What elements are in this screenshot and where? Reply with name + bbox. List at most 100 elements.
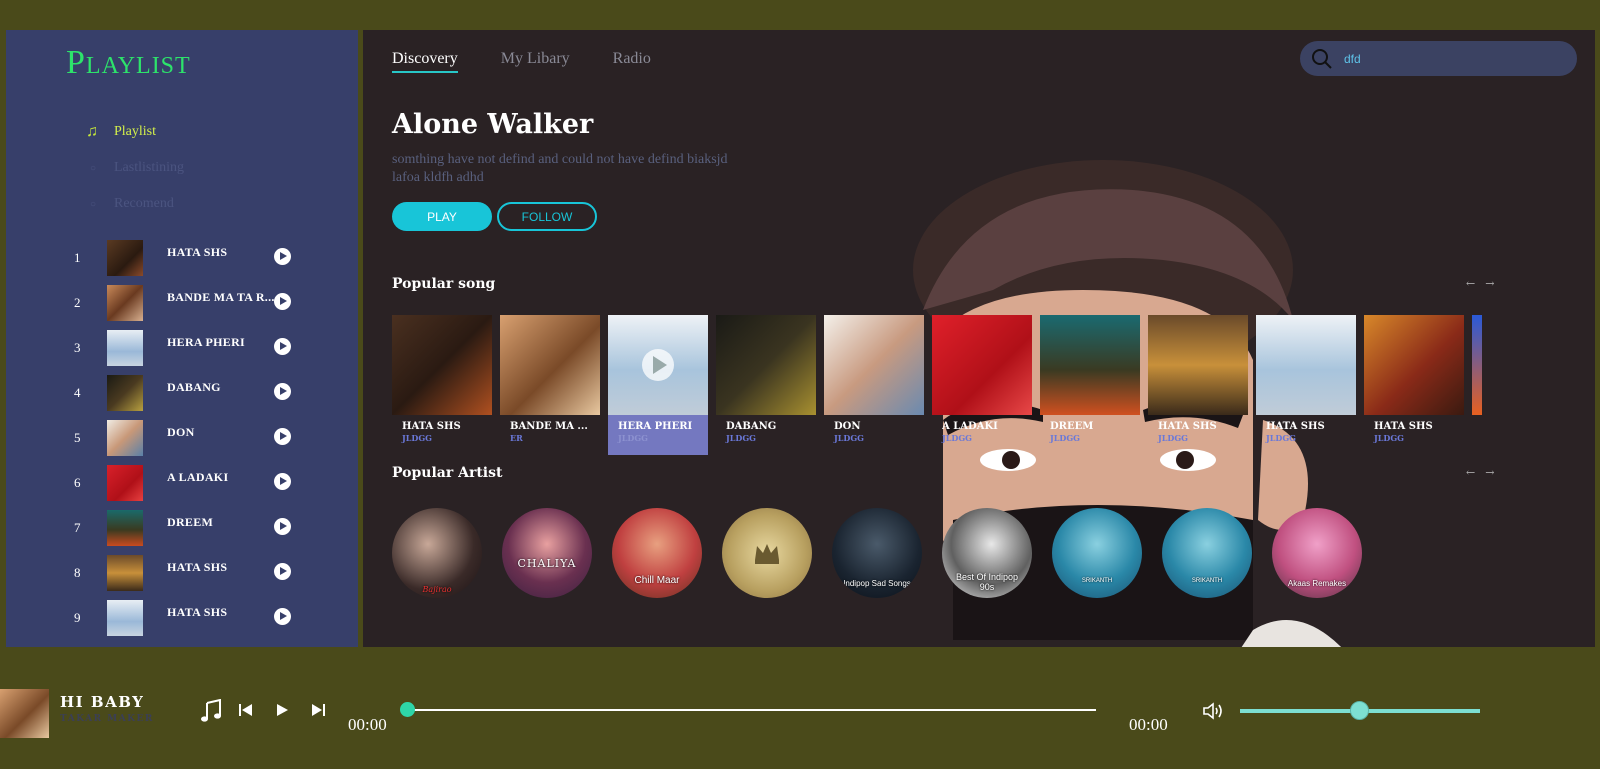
progress-handle[interactable] <box>400 702 415 717</box>
song-card-artist: JLDGG <box>1266 433 1297 443</box>
menu-item-lastlistening[interactable]: ○ Lastlistining <box>86 150 184 186</box>
song-title: DON <box>167 425 195 439</box>
song-thumbnail <box>107 375 143 411</box>
song-number: 2 <box>74 295 81 310</box>
song-card[interactable]: DABANG JLDGG <box>716 315 816 455</box>
song-title: A LADAKI <box>167 470 229 484</box>
play-icon[interactable] <box>274 518 291 535</box>
song-row[interactable]: 1 HATA SHS JLDGG <box>6 237 358 282</box>
skip-previous-icon[interactable] <box>238 702 254 722</box>
play-icon[interactable] <box>274 383 291 400</box>
song-number: 8 <box>74 565 81 580</box>
play-icon[interactable] <box>274 338 291 355</box>
artist-card[interactable] <box>722 508 812 598</box>
circle-icon: ○ <box>90 198 97 210</box>
song-row[interactable]: 7 DREEM JLDGG <box>6 507 358 552</box>
song-row[interactable]: 2 BANDE MA TA R... ER <box>6 282 358 327</box>
artist-card[interactable]: Best Of Indipop 90s <box>942 508 1032 598</box>
volume-icon[interactable] <box>1203 701 1225 725</box>
artist-label: Indipop Sad Songs <box>843 579 911 588</box>
song-title: HATA SHS <box>167 560 228 574</box>
play-icon[interactable] <box>274 248 291 265</box>
artist-label: SRIKANTH <box>1191 578 1223 584</box>
arrow-right-icon[interactable]: → <box>1485 277 1494 290</box>
song-number: 1 <box>74 250 81 265</box>
song-row[interactable]: 4 DABANG JLDGG <box>6 372 358 417</box>
song-list: 1 HATA SHS JLDGG 2 BANDE MA TA R... ER 3… <box>6 237 358 642</box>
artist-card[interactable]: Akaas Remakes <box>1272 508 1362 598</box>
brand-title: Playlist <box>66 44 191 81</box>
song-card[interactable]: HATA SHS JLDGG <box>1148 315 1248 455</box>
play-icon[interactable] <box>274 428 291 445</box>
song-card-title: DREEM <box>1050 421 1094 432</box>
search-bar[interactable]: dfd <box>1300 41 1577 76</box>
song-card[interactable]: BANDE MA ... ER <box>500 315 600 455</box>
search-icon[interactable] <box>1300 48 1344 70</box>
song-card[interactable]: HATA SHS JLDGG <box>1364 315 1464 455</box>
song-number: 3 <box>74 340 81 355</box>
now-playing-artist: TAKAR MAKER <box>60 714 154 724</box>
tab-my-library[interactable]: My Libary <box>501 50 570 73</box>
play-icon[interactable] <box>274 293 291 310</box>
play-icon[interactable] <box>274 702 290 722</box>
follow-button[interactable]: FOLLOW <box>497 202 597 231</box>
song-card-artist: JLDGG <box>402 433 433 443</box>
artist-card[interactable]: Bajirao <box>392 508 482 598</box>
song-title: BANDE MA TA R... <box>167 290 275 304</box>
menu-item-label: Lastlistining <box>114 160 184 175</box>
song-row[interactable]: 5 DON JLDGG <box>6 417 358 462</box>
song-row[interactable]: 3 HERA PHERI JLDGG <box>6 327 358 372</box>
song-cover <box>500 315 600 415</box>
tab-radio[interactable]: Radio <box>613 50 651 73</box>
song-card[interactable]: DON JLDGG <box>824 315 924 455</box>
play-icon[interactable] <box>274 563 291 580</box>
song-card[interactable]: HATA SHS JLDGG <box>1256 315 1356 455</box>
now-playing-title: HI BABY <box>60 693 145 711</box>
music-note-icon[interactable] <box>200 698 222 727</box>
artist-card[interactable]: Chill Maar <box>612 508 702 598</box>
song-card-artist: JLDGG <box>1158 433 1189 443</box>
song-thumbnail <box>107 240 143 276</box>
song-card-partial[interactable] <box>1472 315 1482 455</box>
progress-slider[interactable] <box>400 702 1096 717</box>
song-card[interactable]: HERA PHERI JLDGG <box>608 315 708 455</box>
play-icon[interactable] <box>274 473 291 490</box>
popular-songs-carousel: HATA SHS JLDGG BANDE MA ... ER HERA PHER… <box>392 315 1482 455</box>
menu-item-recommend[interactable]: ○ Recomend <box>86 186 184 222</box>
song-row[interactable]: 8 HATA SHS JLDGG <box>6 552 358 597</box>
song-cover <box>1472 315 1482 415</box>
menu-item-label: Playlist <box>114 124 157 139</box>
song-card-title: DON <box>834 421 861 432</box>
song-row[interactable]: 6 A LADAKI JLDGG <box>6 462 358 507</box>
song-number: 9 <box>74 610 81 625</box>
song-card[interactable]: DREEM JLDGG <box>1040 315 1140 455</box>
volume-slider[interactable] <box>1240 701 1480 720</box>
arrow-left-icon[interactable]: ← <box>1466 277 1475 290</box>
song-card[interactable]: HATA SHS JLDGG <box>392 315 492 455</box>
song-title: DREEM <box>167 515 214 529</box>
artist-card[interactable]: CHALIYA <box>502 508 592 598</box>
skip-next-icon[interactable] <box>310 702 326 722</box>
arrow-left-icon[interactable]: ← <box>1466 466 1475 479</box>
artist-card[interactable]: SRIKANTH <box>1052 508 1142 598</box>
play-icon[interactable] <box>274 608 291 625</box>
menu-item-playlist[interactable]: ♫ Playlist <box>86 114 184 150</box>
artist-card[interactable]: Indipop Sad Songs <box>832 508 922 598</box>
now-playing-thumbnail <box>0 689 49 738</box>
arrow-right-icon[interactable]: → <box>1485 466 1494 479</box>
popular-artists-carousel: Bajirao CHALIYA Chill Maar Indipop Sad S… <box>392 508 1492 600</box>
song-card-title: HATA SHS <box>1158 421 1217 432</box>
tab-discovery[interactable]: Discovery <box>392 50 458 73</box>
artist-label: SRIKANTH <box>1081 578 1113 584</box>
song-row[interactable]: 9 HATA SHS JLDGG <box>6 597 358 642</box>
song-card-title: HERA PHERI <box>618 421 693 432</box>
song-card-title: HATA SHS <box>402 421 461 432</box>
song-card[interactable]: A LADAKI JLDGG <box>932 315 1032 455</box>
play-icon[interactable] <box>608 315 708 415</box>
artist-card[interactable]: SRIKANTH <box>1162 508 1252 598</box>
play-button[interactable]: PLAY <box>392 202 492 231</box>
song-thumbnail <box>107 600 143 636</box>
search-input[interactable]: dfd <box>1344 52 1361 66</box>
song-card-title: A LADAKI <box>942 421 998 432</box>
volume-handle[interactable] <box>1350 701 1369 720</box>
